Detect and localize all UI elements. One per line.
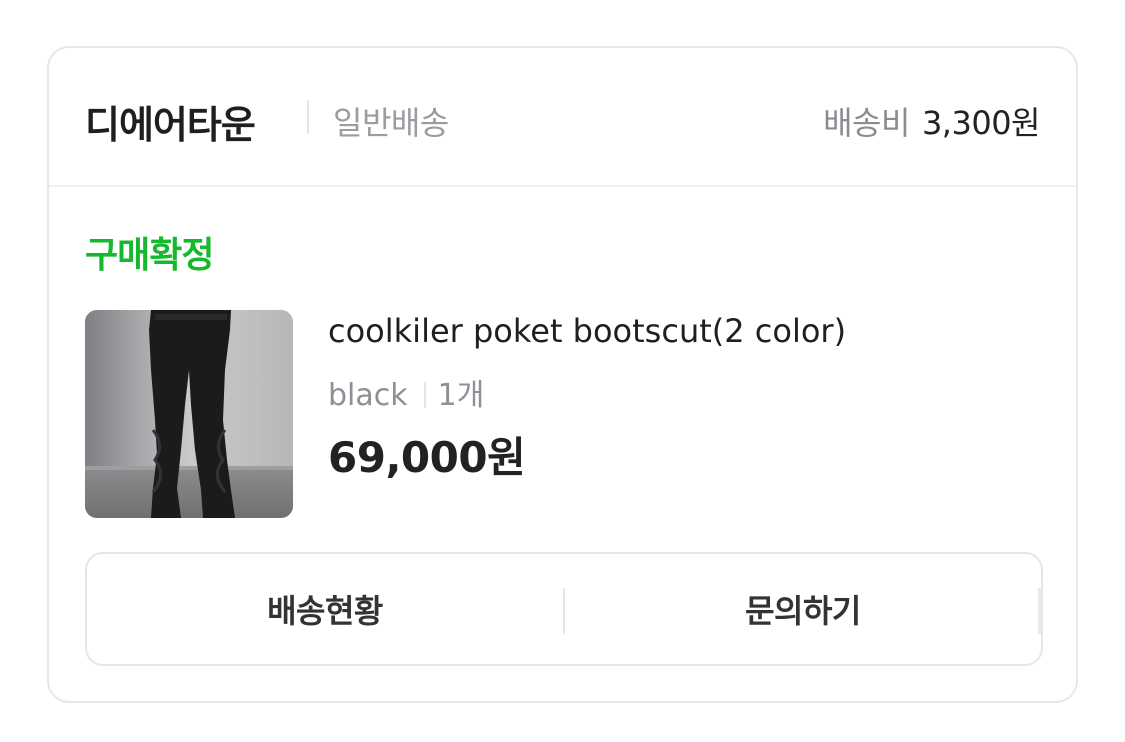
product-name[interactable]: coolkiler poket bootscut(2 color) [328, 312, 846, 350]
track-delivery-button[interactable]: 배송현황 [87, 554, 563, 664]
order-card: 디에어타운 일반배송 배송비 3,300원 구매확정 coolkiler pok… [47, 46, 1078, 703]
product-photo-icon [85, 310, 293, 518]
product-option: black [328, 378, 408, 413]
seller-name[interactable]: 디에어타운 [85, 94, 256, 149]
seller-header: 디에어타운 일반배송 배송비 3,300원 [49, 48, 1076, 187]
option-divider [423, 382, 426, 408]
order-status: 구매확정 [85, 235, 214, 276]
action-bar: 배송현황 문의하기 [85, 552, 1043, 666]
header-divider [307, 100, 309, 134]
shipping-type: 일반배송 [333, 104, 449, 142]
shipping-fee-value: 3,300원 [921, 104, 1041, 142]
product-quantity: 1개 [437, 378, 485, 413]
inquiry-button[interactable]: 문의하기 [565, 554, 1041, 664]
product-price: 69,000원 [328, 433, 526, 482]
action-edge-divider [1038, 588, 1041, 634]
shipping-fee-label: 배송비 [823, 104, 910, 142]
product-image[interactable] [85, 310, 293, 518]
product-options: black 1개 [328, 370, 484, 414]
shipping-fee: 배송비 3,300원 [823, 98, 1040, 144]
